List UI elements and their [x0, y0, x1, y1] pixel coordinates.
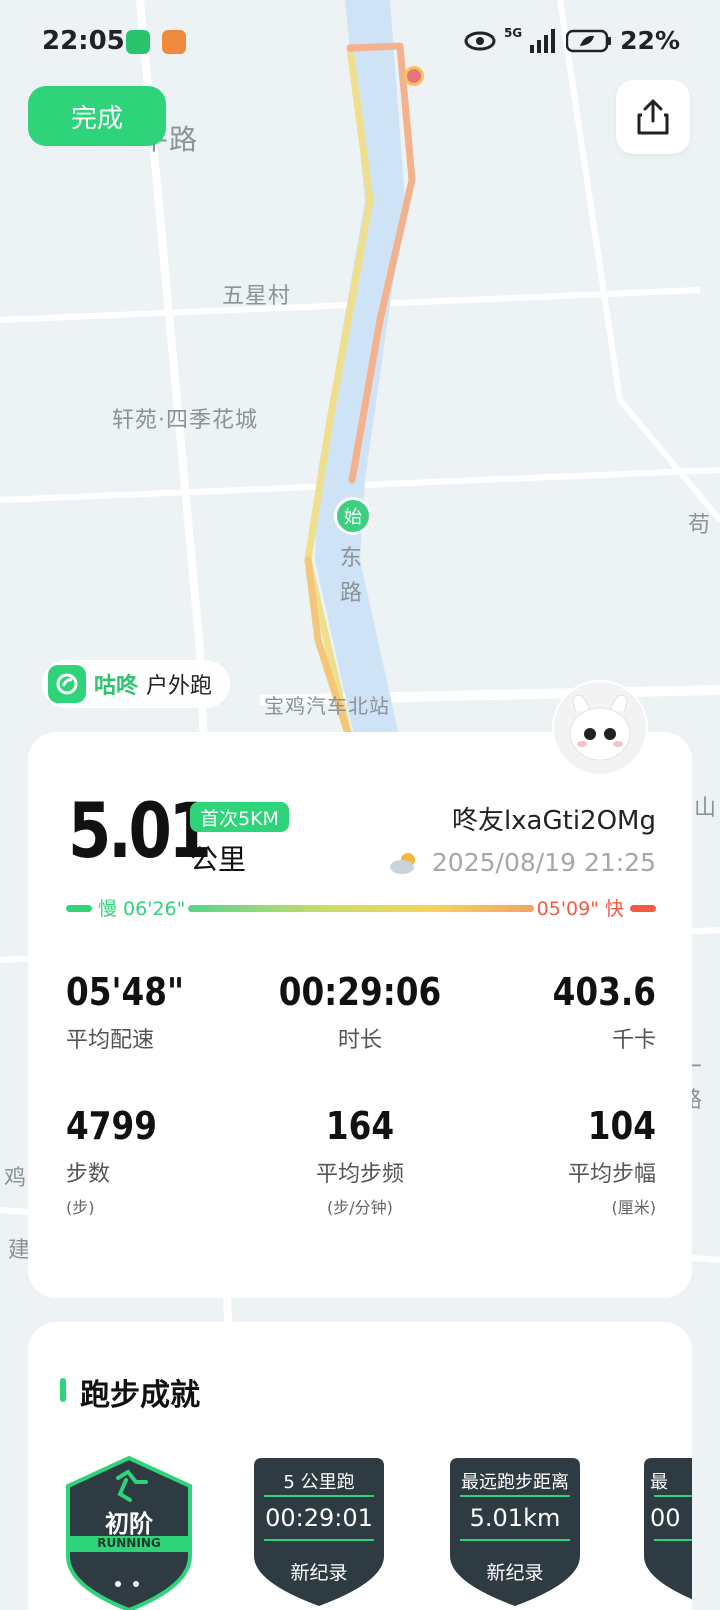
stat-value: 4799: [66, 1104, 157, 1148]
achievement-longest-distance-badge[interactable]: 最远跑步距离 5.01km 新纪录: [448, 1456, 582, 1610]
achievement-partial-badge[interactable]: 最 00: [642, 1456, 692, 1610]
network-type: 5G: [503, 25, 523, 40]
battery-percent: 22%: [620, 26, 680, 55]
share-icon: [637, 99, 669, 135]
stat-value: 05'48": [66, 970, 184, 1014]
stat-avg-pace: 05'48" 平均配速: [66, 970, 266, 1054]
map-label: 轩苑·四季花城: [112, 408, 258, 433]
badge-sub-text: RUNNING: [97, 1536, 161, 1550]
stat-unit: (步): [66, 1198, 95, 1217]
pace-fast-label: 05'09" 快: [536, 898, 624, 920]
badge-main-text: 5.01km: [469, 1504, 561, 1532]
stat-unit: (步/分钟): [327, 1198, 393, 1217]
stat-cadence: 164 平均步频 (步/分钟): [260, 1104, 460, 1218]
activity-type: 户外跑: [146, 674, 213, 699]
achievements-card: 跑步成就 初阶 RUNNING 5 公里跑 00:29:01 新纪录 最远跑步距…: [28, 1322, 692, 1610]
map-label: 宝鸡汽车北站: [264, 694, 390, 718]
signal-icon: [530, 28, 556, 53]
pace-fast-marker: [630, 905, 656, 912]
brand-name: 咕咚: [94, 674, 139, 699]
stat-label: 平均步幅: [567, 1162, 656, 1187]
achievement-beginner-badge[interactable]: 初阶 RUNNING: [62, 1456, 196, 1610]
achievement-5km-badge[interactable]: 5 公里跑 00:29:01 新纪录: [252, 1456, 386, 1610]
app-notification-icon: [126, 30, 150, 54]
pace-range-bar: 慢 06'26" 05'09" 快: [66, 894, 656, 922]
badge-main-text: 初阶: [105, 1510, 153, 1538]
map-label: 路: [340, 581, 364, 606]
stat-value: 00:29:06: [278, 970, 442, 1014]
badge-bottom-text: 新纪录: [486, 1562, 544, 1584]
map-label: 山: [694, 796, 718, 821]
pace-slow-marker: [66, 905, 92, 912]
workout-datetime: 2025/08/19 21:25: [431, 848, 656, 877]
done-button[interactable]: 完成: [28, 86, 166, 146]
badge-top-text: 5 公里跑: [283, 1472, 355, 1493]
date-row: 2025/08/19 21:25: [388, 848, 656, 877]
map-label: 苟: [688, 513, 712, 538]
start-marker[interactable]: 始: [334, 497, 372, 535]
distance-value: 5.01: [68, 786, 212, 875]
app-notification-icon: [162, 30, 186, 54]
stat-label: 平均步频: [315, 1162, 404, 1187]
distance-unit: 公里: [190, 843, 247, 876]
map-label: 鸡: [4, 1166, 28, 1191]
partly-cloudy-icon: [389, 852, 415, 874]
achievements-title: 跑步成就: [80, 1378, 200, 1413]
map-label: 东: [340, 546, 364, 571]
stat-value: 403.6: [552, 970, 656, 1014]
badge-main-text: 00: [650, 1504, 681, 1532]
stat-calories: 403.6 千卡: [436, 970, 656, 1054]
username: 咚友lxaGti2OMg: [451, 806, 656, 836]
stat-label: 时长: [337, 1028, 382, 1053]
stat-label: 平均配速: [66, 1028, 155, 1053]
workout-summary-card: 5.01 首次5KM 公里 咚友lxaGti2OMg 2025/08/19 21…: [28, 732, 692, 1298]
codoon-logo-icon: [48, 665, 86, 703]
share-button[interactable]: [616, 80, 690, 154]
status-right: 5G 22%: [464, 26, 680, 55]
stat-stride: 104 平均步幅 (厘米): [436, 1104, 656, 1218]
status-bar: 22:05 5G 22%: [0, 0, 720, 84]
done-button-label: 完成: [70, 103, 123, 134]
badge-top-text: 最远跑步距离: [461, 1472, 569, 1493]
stat-value: 164: [325, 1104, 395, 1148]
mascot-face-icon: [569, 694, 631, 761]
map-label: 五星村: [222, 284, 292, 309]
eye-icon: [464, 31, 496, 50]
stat-value: 104: [587, 1104, 656, 1148]
pace-gradient: [188, 905, 534, 912]
brand-chip: 咕咚 户外跑: [42, 660, 231, 708]
first-5km-badge: 首次5KM: [190, 802, 289, 832]
section-accent-bar: [60, 1378, 66, 1402]
badge-top-text: 最: [650, 1472, 668, 1493]
mascot-avatar[interactable]: [552, 680, 648, 776]
stat-unit: (厘米): [611, 1198, 657, 1217]
status-time: 22:05: [42, 26, 125, 56]
battery-icon: [566, 29, 612, 52]
stat-steps: 4799 步数 (步): [66, 1104, 266, 1218]
badge-main-text: 00:29:01: [265, 1504, 373, 1532]
stat-duration: 00:29:06 时长: [260, 970, 460, 1054]
stat-label: 步数: [66, 1162, 111, 1187]
stat-label: 千卡: [611, 1028, 656, 1053]
pace-slow-label: 慢 06'26": [98, 898, 186, 920]
start-marker-label: 始: [344, 507, 362, 528]
badge-bottom-text: 新纪录: [290, 1562, 348, 1584]
